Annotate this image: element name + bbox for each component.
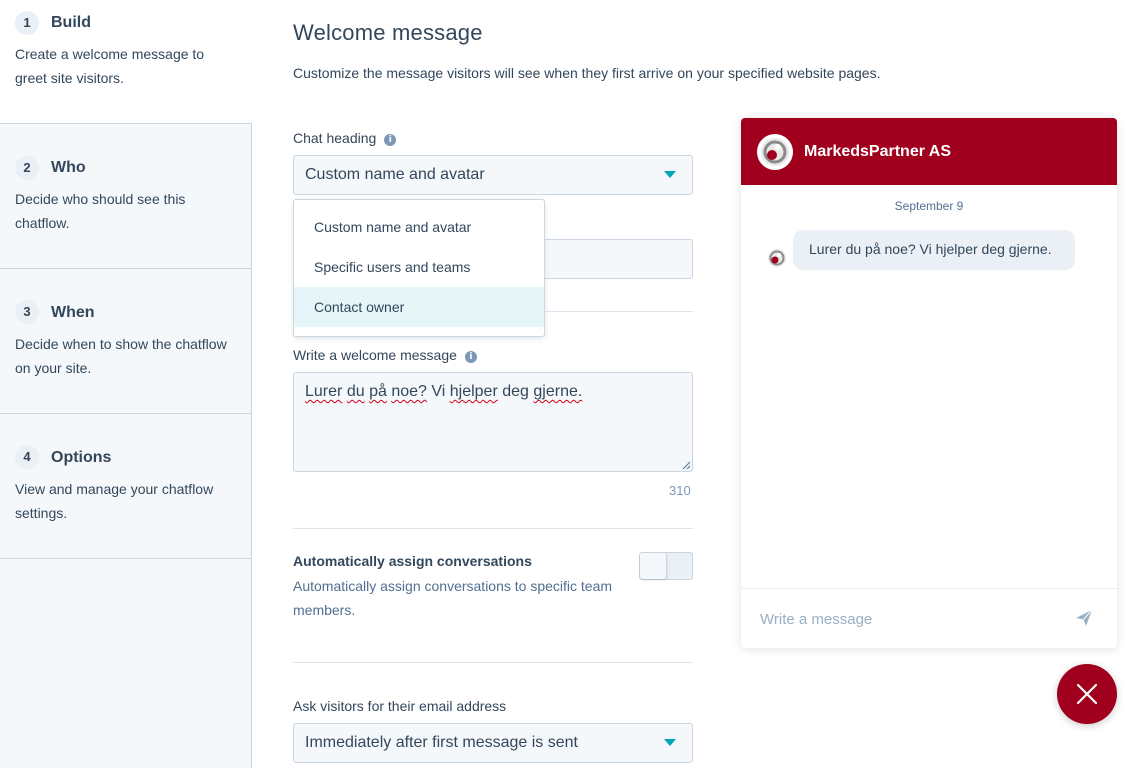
step-description: View and manage your chatflow settings. xyxy=(15,481,214,521)
email-ask-label: Ask visitors for their email address xyxy=(293,698,507,714)
step-title: When xyxy=(51,304,95,321)
close-chat-button[interactable] xyxy=(1057,664,1117,724)
label-text: Write a welcome message xyxy=(293,347,457,363)
page-subtitle: Customize the message visitors will see … xyxy=(293,65,881,81)
step-description: Create a welcome message to greet site v… xyxy=(15,46,205,86)
sidebar-filler xyxy=(0,559,252,768)
chat-input-placeholder[interactable]: Write a message xyxy=(760,611,872,628)
chat-heading-label: Chat heading i xyxy=(293,130,397,146)
auto-assign-toggle[interactable] xyxy=(639,552,693,580)
step-description: Decide when to show the chatflow on your… xyxy=(15,336,227,376)
chat-heading-select[interactable]: Custom name and avatar xyxy=(293,155,693,195)
word: gjerne. xyxy=(533,383,583,400)
step-options[interactable]: 4 Options View and manage your chatflow … xyxy=(0,414,252,558)
word: på xyxy=(369,383,387,400)
auto-assign-description: Automatically assign conversations to sp… xyxy=(293,578,613,618)
info-icon[interactable]: i xyxy=(384,134,397,146)
brand-logo-icon xyxy=(757,134,793,170)
welcome-message-label: Write a welcome message i xyxy=(293,347,477,363)
selected-value: Custom name and avatar xyxy=(305,166,485,183)
label-text: Chat heading xyxy=(293,130,377,146)
chat-heading-dropdown-menu: Custom name and avatar Specific users an… xyxy=(293,199,545,337)
word: deg xyxy=(502,383,529,400)
toggle-knob xyxy=(640,553,667,579)
step-number: 2 xyxy=(15,156,39,180)
menu-item-contact-owner[interactable]: Contact owner xyxy=(294,287,544,327)
word: noe? xyxy=(391,383,427,400)
email-timing-select[interactable]: Immediately after first message is sent xyxy=(293,723,693,763)
welcome-message-textarea[interactable]: Lurer du på noe? Vi hjelper deg gjerne. xyxy=(293,372,693,472)
caret-down-icon xyxy=(664,171,676,178)
close-icon xyxy=(1076,683,1098,705)
chat-agent-name: MarkedsPartner AS xyxy=(804,143,952,160)
word: du xyxy=(346,383,365,400)
selected-value: Immediately after first message is sent xyxy=(305,734,578,751)
divider xyxy=(293,662,693,663)
caret-down-icon xyxy=(664,739,676,746)
step-number: 3 xyxy=(15,300,39,324)
step-title: Options xyxy=(51,449,112,466)
step-title: Who xyxy=(51,159,86,176)
auto-assign-label: Automatically assign conversations xyxy=(293,553,532,569)
word: hjelper xyxy=(449,383,498,400)
chat-message-bubble: Lurer du på noe? Vi hjelper deg gjerne. xyxy=(793,230,1075,270)
chat-date: September 9 xyxy=(894,199,964,213)
chat-preview: MarkedsPartner AS September 9 Lurer du p… xyxy=(741,118,1117,648)
step-build[interactable]: 1 Build Create a welcome message to gree… xyxy=(0,0,252,123)
chat-header: MarkedsPartner AS xyxy=(741,118,1117,185)
menu-item-specific-users[interactable]: Specific users and teams xyxy=(294,247,544,287)
send-icon[interactable] xyxy=(1075,609,1093,627)
step-number: 4 xyxy=(15,445,39,469)
steps-sidebar: 1 Build Create a welcome message to gree… xyxy=(0,0,252,768)
resize-handle-icon[interactable] xyxy=(682,461,690,469)
info-icon[interactable]: i xyxy=(464,351,477,363)
step-description: Decide who should see this chatflow. xyxy=(15,191,186,231)
word: Vi xyxy=(431,383,446,400)
step-number: 1 xyxy=(15,11,39,35)
word: Lurer xyxy=(305,383,343,400)
menu-item-custom-name[interactable]: Custom name and avatar xyxy=(294,207,544,247)
brand-logo-icon xyxy=(768,249,786,267)
page-title: Welcome message xyxy=(293,20,483,45)
character-count: 310 xyxy=(669,483,691,498)
chat-input-bar[interactable]: Write a message xyxy=(741,588,1117,648)
step-when[interactable]: 3 When Decide when to show the chatflow … xyxy=(0,269,252,413)
step-title: Build xyxy=(51,14,91,31)
step-who[interactable]: 2 Who Decide who should see this chatflo… xyxy=(0,124,252,268)
divider xyxy=(293,528,693,529)
